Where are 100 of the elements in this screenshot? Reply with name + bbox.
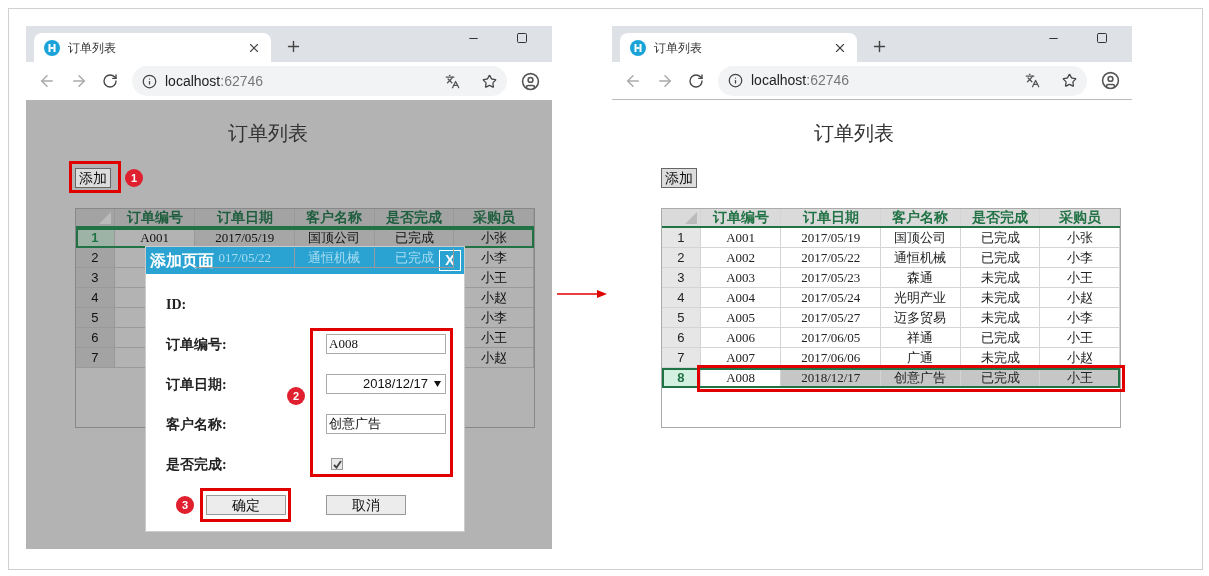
table-cell: 迈多贸易 xyxy=(881,308,961,328)
info-icon xyxy=(728,73,743,88)
browser-tab[interactable]: 订单列表 xyxy=(620,33,857,62)
field-label: ID: xyxy=(165,295,188,314)
page-title: 订单列表 xyxy=(814,121,894,146)
row-number[interactable]: 5 xyxy=(662,308,701,328)
table-cell: A005 xyxy=(700,308,782,328)
row-number[interactable]: 1 xyxy=(662,228,701,248)
table-cell: 祥通 xyxy=(881,328,961,348)
site-logo-icon xyxy=(630,39,646,56)
checkbox[interactable] xyxy=(331,458,343,470)
table-cell: A006 xyxy=(700,328,782,348)
row-number[interactable]: 2 xyxy=(662,248,701,268)
table-cell: 小李 xyxy=(1040,248,1120,268)
address-bar[interactable]: localhost:62746 xyxy=(132,66,507,96)
table-cell: 国顶公司 xyxy=(295,228,375,248)
table-cell: 国顶公司 xyxy=(881,228,961,248)
confirm-button[interactable]: 确定 xyxy=(206,495,286,515)
table-cell: 小张 xyxy=(1040,228,1120,248)
address-bar[interactable]: localhost:62746 xyxy=(718,65,1087,96)
maximize-icon[interactable] xyxy=(1096,32,1108,44)
table-cell: 小王 xyxy=(1040,328,1120,348)
table-cell: 2017/05/22 xyxy=(781,248,882,268)
table-cell: 小王 xyxy=(1040,268,1120,288)
table-cell: A004 xyxy=(700,288,782,308)
reload-icon[interactable] xyxy=(102,73,118,89)
site-logo-icon xyxy=(44,39,60,56)
row-number[interactable]: 2 xyxy=(76,248,115,268)
column-header[interactable]: 客户名称 xyxy=(881,209,961,226)
column-header[interactable]: 订单日期 xyxy=(781,209,882,226)
row-number[interactable]: 4 xyxy=(76,288,115,308)
row-number[interactable]: 5 xyxy=(76,308,115,328)
table-cell: 小张 xyxy=(454,228,534,248)
table-cell: A002 xyxy=(700,248,782,268)
account-icon[interactable] xyxy=(521,71,540,91)
table-cell: 未完成 xyxy=(960,268,1041,288)
field-label: 是否完成: xyxy=(165,455,228,474)
maximize-icon[interactable] xyxy=(516,32,528,44)
column-header[interactable]: 是否完成 xyxy=(960,209,1041,226)
table-cell: 光明产业 xyxy=(881,288,961,308)
row-number[interactable]: 6 xyxy=(662,328,701,348)
table-cell: 森通 xyxy=(881,268,961,288)
row-number[interactable]: 8 xyxy=(662,368,701,388)
row-number[interactable]: 4 xyxy=(662,288,701,308)
table-cell: 通恒机械 xyxy=(881,248,961,268)
table-cell: 2017/05/27 xyxy=(781,308,882,328)
translate-icon[interactable] xyxy=(1025,73,1040,88)
row-number[interactable]: 7 xyxy=(662,348,701,368)
table-cell: 2018/12/17 xyxy=(781,368,882,388)
step-badge: 1 xyxy=(125,169,143,187)
table-cell: 已完成 xyxy=(960,328,1041,348)
column-header[interactable]: 订单编号 xyxy=(700,209,782,226)
reload-icon[interactable] xyxy=(688,72,704,89)
text-field[interactable]: 创意广告 xyxy=(326,414,446,434)
table-cell: A001 xyxy=(700,228,782,248)
table-cell: A003 xyxy=(700,268,782,288)
table-cell: 未完成 xyxy=(960,288,1041,308)
add-button[interactable]: 添加 xyxy=(661,168,697,188)
column-header[interactable]: 采购员 xyxy=(1040,209,1120,226)
pointer-arrow xyxy=(557,290,607,298)
info-icon xyxy=(142,73,157,89)
add-button[interactable]: 添加 xyxy=(75,168,111,188)
page-title: 订单列表 xyxy=(228,121,308,146)
row-number[interactable]: 3 xyxy=(662,268,701,288)
browser-tab[interactable]: 订单列表 xyxy=(34,33,271,62)
field-label: 客户名称: xyxy=(165,415,228,434)
new-tab-icon[interactable] xyxy=(285,38,302,55)
new-tab-icon[interactable] xyxy=(871,38,888,55)
cancel-button[interactable]: 取消 xyxy=(326,495,406,515)
table-cell: 2017/05/19 xyxy=(781,228,882,248)
text-field[interactable]: A008 xyxy=(326,334,446,354)
highlight-box xyxy=(69,161,121,193)
corner-triangle-icon xyxy=(98,212,111,224)
tab-title: 订单列表 xyxy=(654,39,702,57)
table-cell: 小李 xyxy=(1040,308,1120,328)
field-label: 订单日期: xyxy=(164,375,228,394)
bookmark-star-icon[interactable] xyxy=(1062,73,1077,88)
row-number[interactable]: 6 xyxy=(76,328,115,348)
account-icon[interactable] xyxy=(1101,71,1120,90)
table-cell: 已完成 xyxy=(960,248,1041,268)
table-cell: 2017/06/05 xyxy=(781,328,882,348)
table-cell: 创意广告 xyxy=(881,368,961,388)
table-cell: 已完成 xyxy=(960,228,1041,248)
table-cell: 2017/05/19 xyxy=(195,228,296,248)
url-text: localhost:62746 xyxy=(751,71,850,90)
row-number[interactable]: 7 xyxy=(76,348,115,368)
table-cell: 小赵 xyxy=(1040,288,1120,308)
date-dropdown[interactable]: 2018/12/17 xyxy=(326,374,446,394)
row-number[interactable]: 3 xyxy=(76,268,115,288)
dropdown-arrow-icon xyxy=(434,381,441,387)
dialog-title: 添加页面 xyxy=(150,250,214,271)
table-cell: 未完成 xyxy=(960,308,1041,328)
table-cell: 2017/05/23 xyxy=(781,268,882,288)
bookmark-star-icon[interactable] xyxy=(482,73,497,89)
table-cell: 已完成 xyxy=(960,368,1041,388)
tab-title: 订单列表 xyxy=(68,39,116,57)
translate-icon[interactable] xyxy=(445,73,460,89)
url-text: localhost:62746 xyxy=(165,71,264,91)
table-cell: 2017/05/24 xyxy=(781,288,882,308)
table-cell: 小王 xyxy=(1040,368,1120,388)
